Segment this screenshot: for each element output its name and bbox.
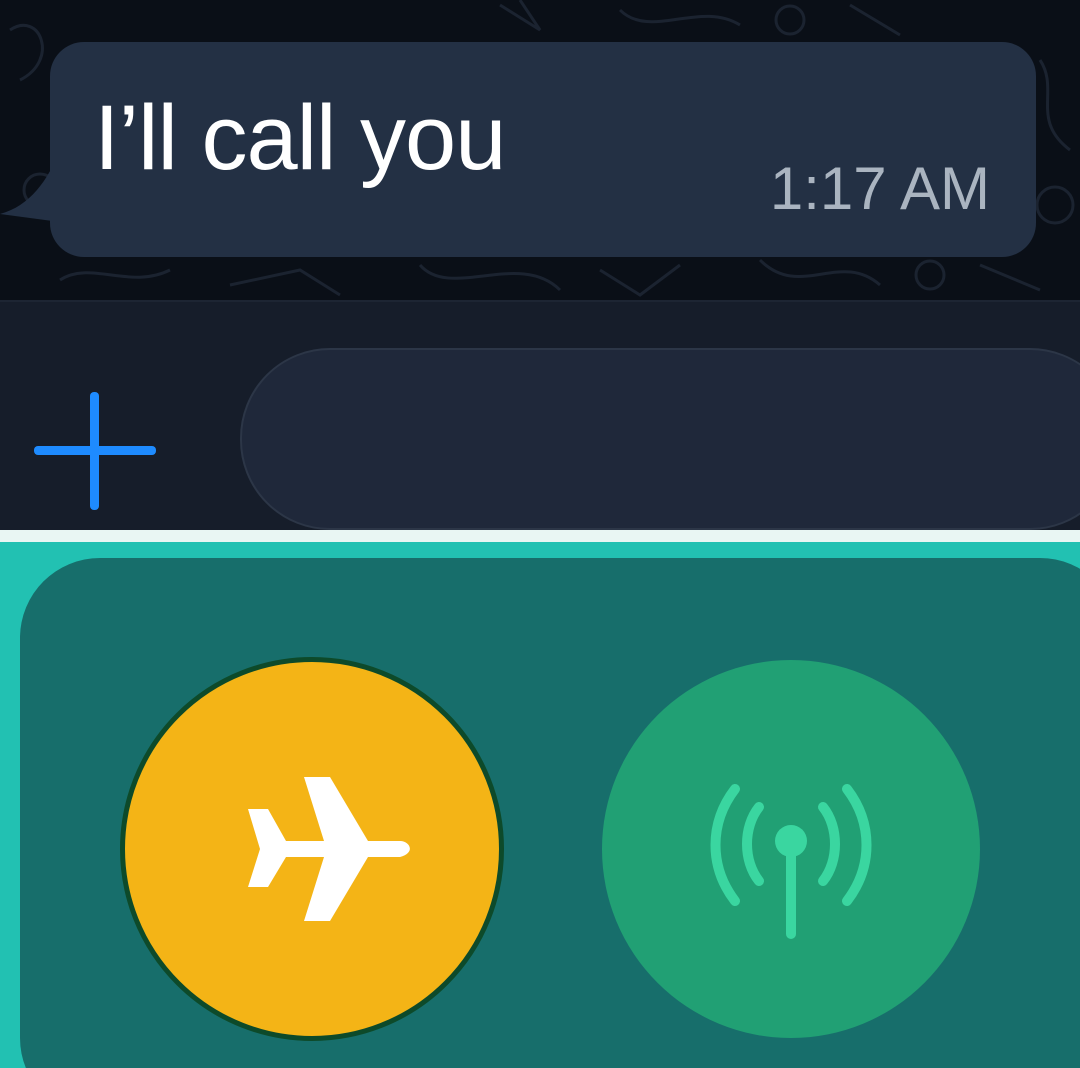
message-timestamp: 1:17 AM <box>769 155 990 222</box>
airplane-icon <box>248 777 410 921</box>
message-text-field[interactable] <box>240 348 1080 530</box>
message-text: I’ll call you <box>94 87 506 189</box>
chat-area: I’ll call you 1:17 AM <box>0 0 1080 300</box>
screenshot-divider <box>0 530 1080 542</box>
airplane-mode-toggle[interactable] <box>120 657 504 1041</box>
message-input-bar <box>0 300 1080 530</box>
plus-icon[interactable] <box>28 384 162 518</box>
incoming-message-bubble[interactable]: I’ll call you 1:17 AM <box>50 42 1036 257</box>
cellular-data-toggle[interactable] <box>602 660 980 1038</box>
cellular-antenna-icon <box>710 784 872 939</box>
